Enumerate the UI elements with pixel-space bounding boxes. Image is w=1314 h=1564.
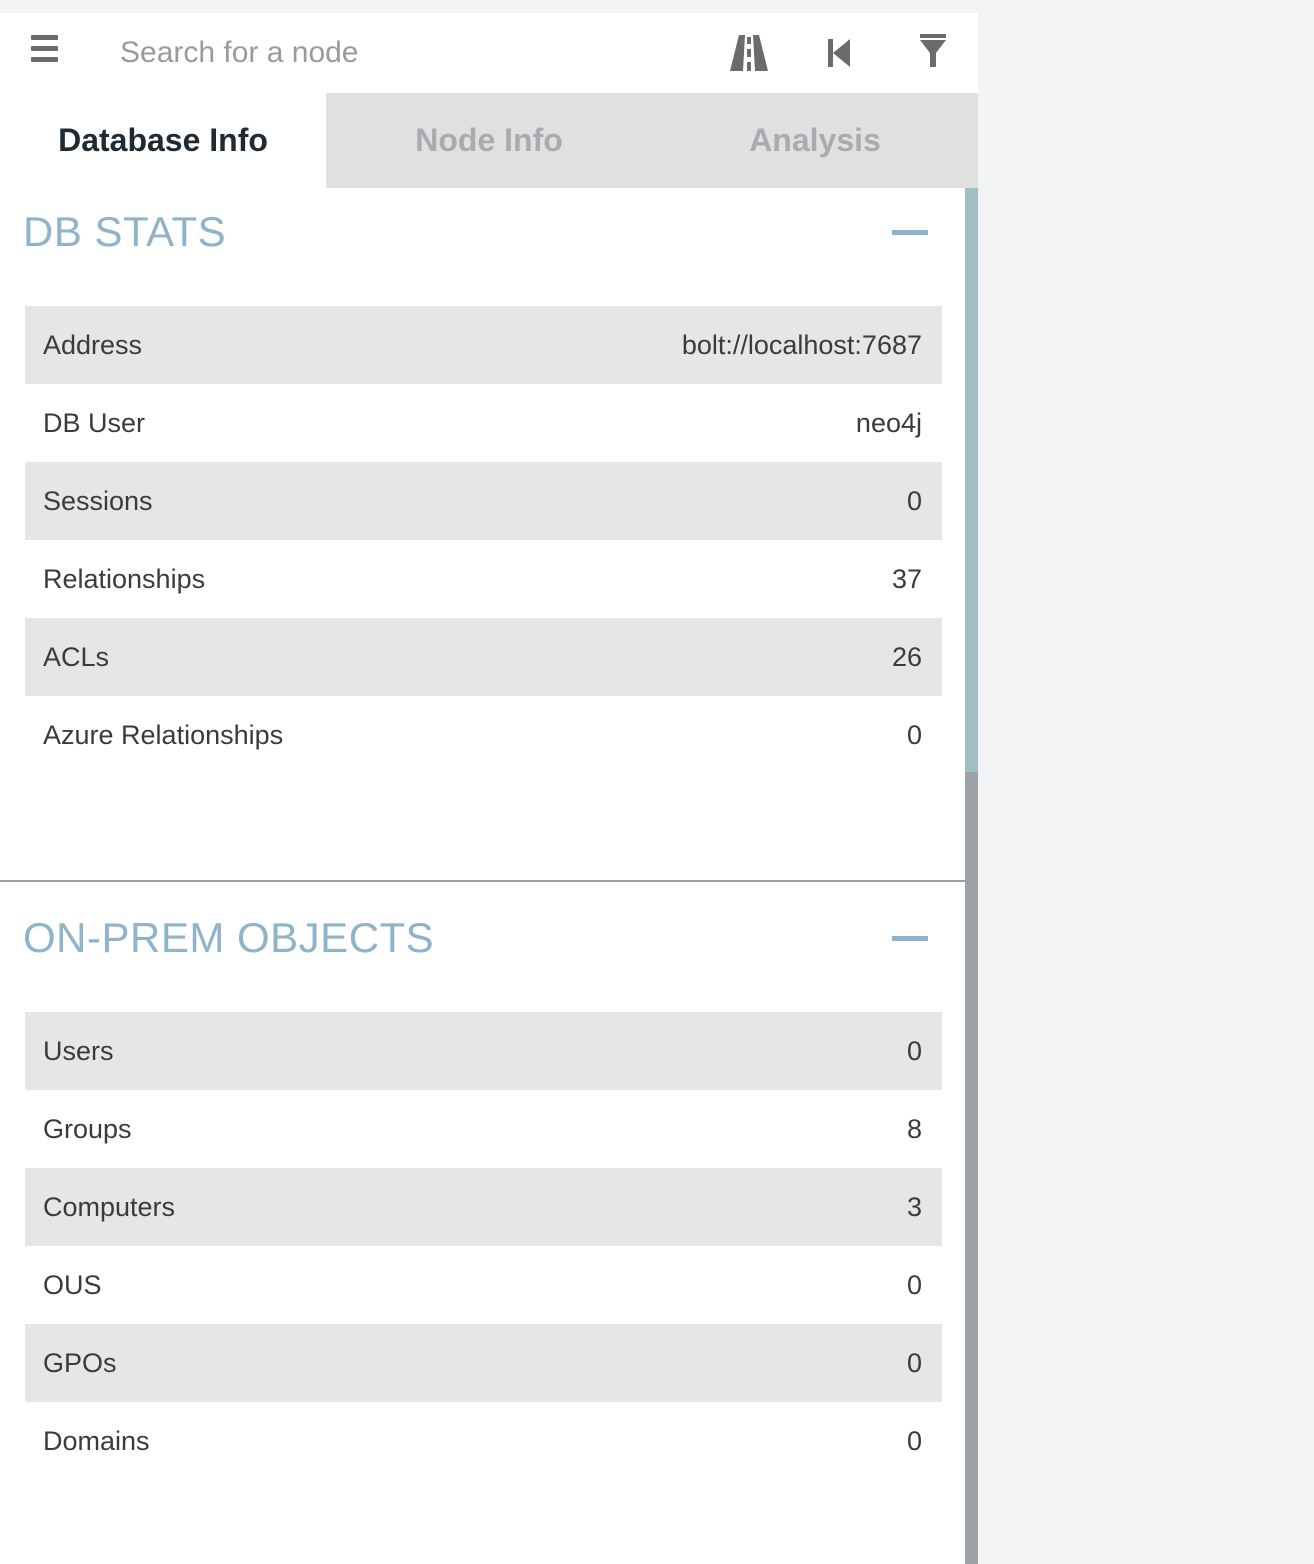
filter-icon[interactable]	[910, 31, 956, 75]
table-row: DB User neo4j	[25, 384, 942, 462]
scrollbar-thumb[interactable]	[965, 188, 978, 772]
stat-label: Computers	[25, 1168, 724, 1246]
stat-value[interactable]: 3	[724, 1168, 942, 1246]
stat-value[interactable]: 0	[724, 1246, 942, 1324]
stat-value[interactable]: 0	[724, 1402, 942, 1480]
stat-label: ACLs	[25, 618, 484, 696]
db-stats-title: DB STATS	[23, 208, 227, 255]
road-icon[interactable]	[726, 31, 772, 75]
collapse-on-prem-icon[interactable]	[892, 936, 928, 941]
table-row: Relationships 37	[25, 540, 942, 618]
collapse-db-stats-icon[interactable]	[892, 230, 928, 235]
stat-value: bolt://localhost:7687	[483, 306, 942, 384]
stat-label: Address	[25, 306, 484, 384]
stat-label: GPOs	[25, 1324, 724, 1402]
on-prem-objects-table: Users 0 Groups 8 Computers 3 OUS 0 GPOs …	[25, 1012, 942, 1480]
table-row: ACLs 26	[25, 618, 942, 696]
tab-node-info[interactable]: Node Info	[326, 93, 652, 188]
step-backward-icon[interactable]	[816, 31, 862, 75]
table-row: Users 0	[25, 1012, 942, 1090]
stat-value[interactable]: 0	[724, 1012, 942, 1090]
section-divider	[0, 880, 965, 882]
stat-label: Domains	[25, 1402, 724, 1480]
search-bar	[0, 13, 978, 93]
stat-value[interactable]: 0	[483, 696, 942, 774]
menu-icon[interactable]	[31, 35, 59, 69]
search-input[interactable]	[110, 31, 690, 75]
stat-label: OUS	[25, 1246, 724, 1324]
tab-database-info[interactable]: Database Info	[0, 93, 326, 188]
table-row: GPOs 0	[25, 1324, 942, 1402]
stat-value[interactable]: 37	[483, 540, 942, 618]
sidebar-panel: Database Info Node Info Analysis DB STAT…	[0, 13, 978, 1564]
stat-label: Sessions	[25, 462, 484, 540]
table-row: Groups 8	[25, 1090, 942, 1168]
on-prem-objects-header[interactable]: ON-PREM OBJECTS	[0, 894, 965, 984]
table-row: Sessions 0	[25, 462, 942, 540]
table-row: Computers 3	[25, 1168, 942, 1246]
scrollbar[interactable]	[965, 188, 978, 1564]
stat-label: Relationships	[25, 540, 484, 618]
db-stats-table: Address bolt://localhost:7687 DB User ne…	[25, 306, 942, 774]
stat-value[interactable]: 0	[724, 1324, 942, 1402]
tab-bar: Database Info Node Info Analysis	[0, 93, 978, 188]
stat-value[interactable]: 8	[724, 1090, 942, 1168]
table-row: OUS 0	[25, 1246, 942, 1324]
stat-value: 0	[483, 462, 942, 540]
stat-label: Users	[25, 1012, 724, 1090]
db-stats-header[interactable]: DB STATS	[0, 188, 965, 278]
stat-label: DB User	[25, 384, 484, 462]
stat-label: Azure Relationships	[25, 696, 484, 774]
table-row: Domains 0	[25, 1402, 942, 1480]
stat-label: Groups	[25, 1090, 724, 1168]
on-prem-objects-title: ON-PREM OBJECTS	[23, 914, 435, 961]
stat-value: neo4j	[483, 384, 942, 462]
stat-value[interactable]: 26	[483, 618, 942, 696]
tab-analysis[interactable]: Analysis	[652, 93, 978, 188]
table-row: Address bolt://localhost:7687	[25, 306, 942, 384]
database-info-content: DB STATS Address bolt://localhost:7687 D…	[0, 188, 965, 1564]
table-row: Azure Relationships 0	[25, 696, 942, 774]
